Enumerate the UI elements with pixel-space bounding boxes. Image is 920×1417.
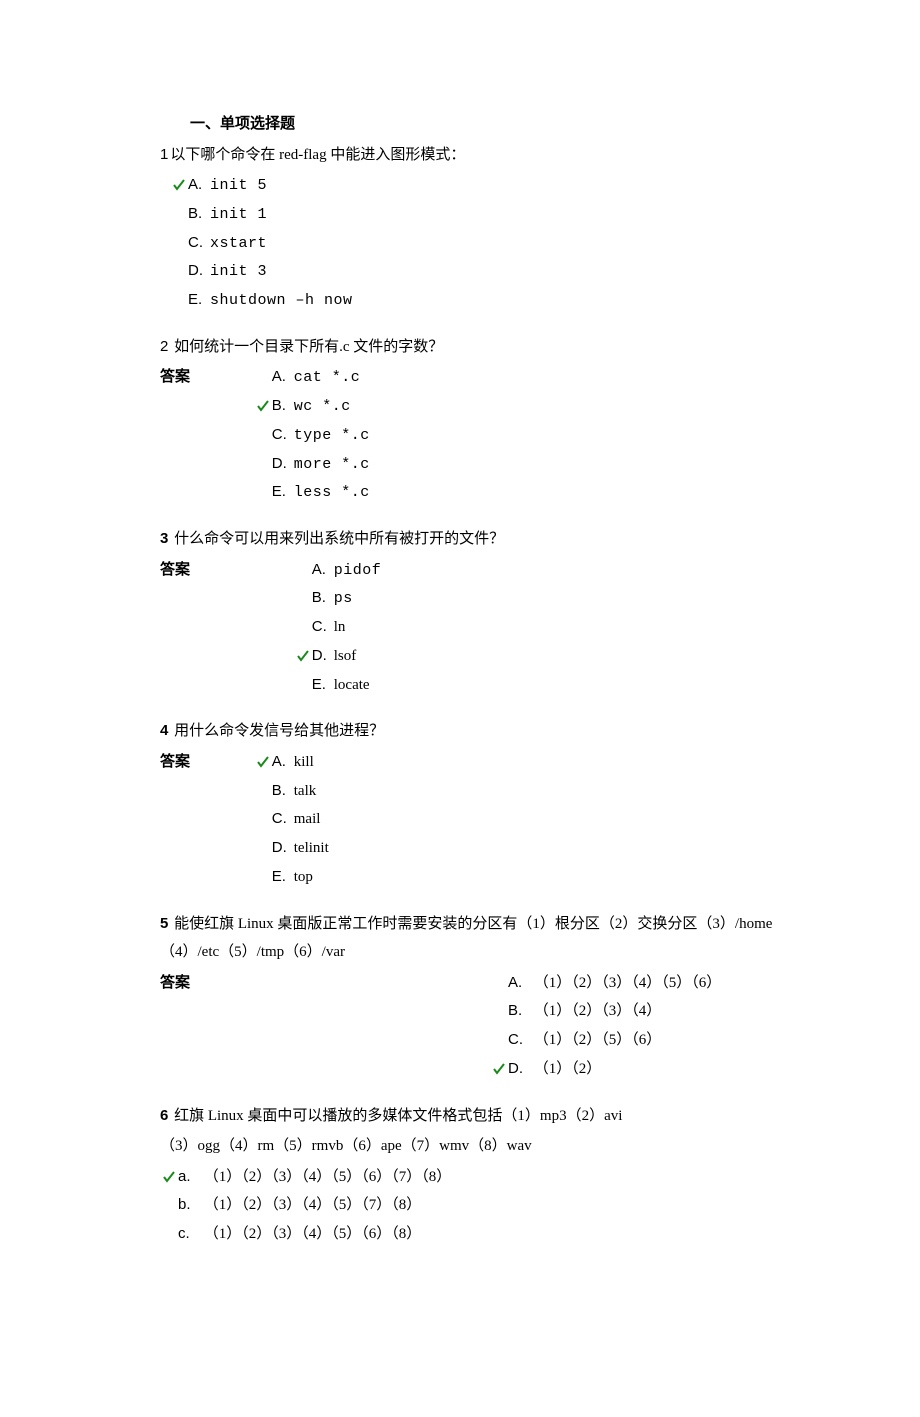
option-a: A.cat *.c — [254, 363, 370, 392]
question-4-number: 4 — [160, 722, 168, 739]
question-2: 2 如何统计一个目录下所有.c 文件的字数？ 答案 A.cat *.c B.wc… — [160, 333, 820, 507]
question-4-text: 4 用什么命令发信号给其他进程？ — [160, 717, 820, 746]
section-heading: 一、单项选择题 — [190, 110, 820, 139]
option-e: E.locate — [294, 671, 382, 700]
option-c: c. （1）（2）（3）（4）（5）（6）（8） — [160, 1220, 820, 1249]
question-5-options: A. （1）（2）（3）（4）（5）（6） B. （1）（2）（3）（4） C.… — [490, 969, 721, 1084]
option-a: A.pidof — [294, 556, 382, 585]
option-c: C.type *.c — [254, 421, 370, 450]
option-b: B.wc *.c — [254, 392, 370, 421]
option-c: C.mail — [254, 805, 329, 834]
question-1-number: 1 — [160, 146, 168, 163]
option-a: A.init 5 — [160, 171, 820, 200]
option-b: B.talk — [254, 777, 329, 806]
option-a: a. （1）（2）（3）（4）（5）（6）（7）（8） — [160, 1163, 820, 1192]
question-5: 5 能使红旗 Linux 桌面版正常工作时需要安装的分区有（1）根分区（2）交换… — [160, 910, 820, 1084]
question-6-text: 6 红旗 Linux 桌面中可以播放的多媒体文件格式包括（1）mp3（2）avi — [160, 1102, 820, 1131]
option-d: D. （1）（2） — [490, 1055, 721, 1084]
question-4-options: A.kill B.talk C.mail D.telinit E.top — [254, 748, 329, 892]
option-c: C. （1）（2）（5）（6） — [490, 1026, 721, 1055]
question-3-options: A.pidof B.ps C.ln D.lsof E.locate — [294, 556, 382, 700]
option-c: C.xstart — [160, 229, 820, 258]
option-b: B.init 1 — [160, 200, 820, 229]
question-2-options: A.cat *.c B.wc *.c C.type *.c D.more *.c… — [254, 363, 370, 507]
question-3-number: 3 — [160, 530, 168, 547]
question-6-number: 6 — [160, 1107, 168, 1124]
option-e: E.top — [254, 863, 329, 892]
option-b: B.ps — [294, 584, 382, 613]
question-6-options: a. （1）（2）（3）（4）（5）（6）（7）（8） b. （1）（2）（3）… — [160, 1163, 820, 1249]
answer-label: 答案 — [160, 748, 190, 777]
question-2-number: 2 — [160, 338, 168, 355]
check-icon — [490, 1057, 508, 1083]
option-a: A. （1）（2）（3）（4）（5）（6） — [490, 969, 721, 998]
check-icon — [170, 173, 188, 199]
question-5-text: 5 能使红旗 Linux 桌面版正常工作时需要安装的分区有（1）根分区（2）交换… — [160, 910, 820, 967]
option-e: E.less *.c — [254, 478, 370, 507]
option-d: D.more *.c — [254, 450, 370, 479]
check-icon — [254, 750, 272, 776]
option-b: b. （1）（2）（3）（4）（5）（7）（8） — [160, 1191, 820, 1220]
option-d: D.lsof — [294, 642, 382, 671]
option-b: B. （1）（2）（3）（4） — [490, 997, 721, 1026]
answer-label: 答案 — [160, 363, 190, 392]
check-icon — [254, 394, 272, 420]
question-5-number: 5 — [160, 915, 168, 932]
answer-label: 答案 — [160, 969, 190, 1084]
option-d: D.init 3 — [160, 257, 820, 286]
question-6: 6 红旗 Linux 桌面中可以播放的多媒体文件格式包括（1）mp3（2）avi… — [160, 1102, 820, 1249]
question-2-text: 2 如何统计一个目录下所有.c 文件的字数？ — [160, 333, 820, 362]
option-c: C.ln — [294, 613, 382, 642]
question-4: 4 用什么命令发信号给其他进程？ 答案 A.kill B.talk C.mail… — [160, 717, 820, 891]
question-3-text: 3 什么命令可以用来列出系统中所有被打开的文件？ — [160, 525, 820, 554]
option-e: E.shutdown –h now — [160, 286, 820, 315]
answer-label: 答案 — [160, 556, 190, 585]
option-d: D.telinit — [254, 834, 329, 863]
question-1: 1以下哪个命令在 red-flag 中能进入图形模式： A.init 5 B.i… — [160, 141, 820, 315]
check-icon — [294, 644, 312, 670]
option-a: A.kill — [254, 748, 329, 777]
question-6-text-line2: （3）ogg（4）rm（5）rmvb（6）ape（7）wmv（8）wav — [160, 1132, 820, 1161]
question-3: 3 什么命令可以用来列出系统中所有被打开的文件？ 答案 A.pidof B.ps… — [160, 525, 820, 699]
question-1-options: A.init 5 B.init 1 C.xstart D.init 3 E.sh… — [160, 171, 820, 315]
check-icon — [160, 1165, 178, 1191]
question-1-text: 1以下哪个命令在 red-flag 中能进入图形模式： — [160, 141, 820, 170]
